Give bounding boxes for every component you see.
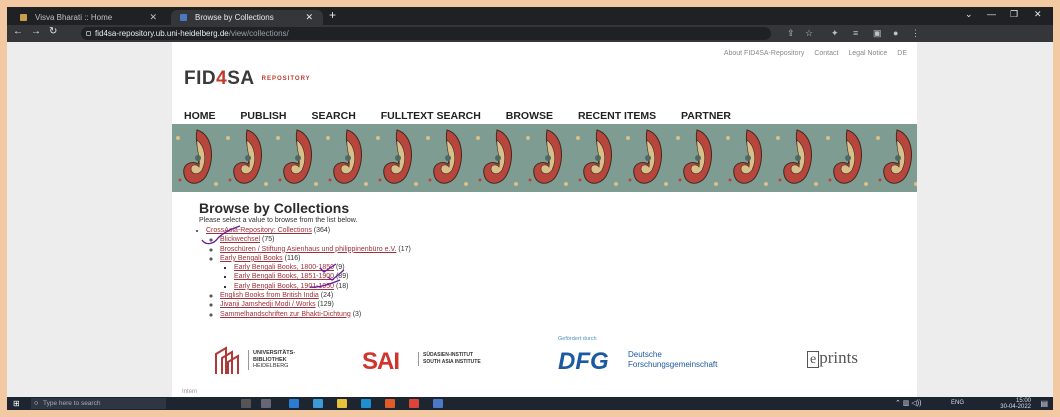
ub-line1: UNIVERSITÄTS- [253,350,296,356]
eprints-e: e [807,351,820,368]
restore-icon[interactable]: ❐ [1010,9,1018,20]
profile-icon[interactable]: ● [893,28,898,38]
close-tab-icon[interactable]: ✕ [149,10,157,25]
dfg-logo[interactable]: Gefördert durch DFG Deutsche Forschungsg… [558,336,717,375]
extensions-icon[interactable]: ✦ [831,28,839,39]
intern-link[interactable]: Intern [182,389,197,395]
funded-by-label: Gefördert durch [558,336,597,342]
sai-logo-text: SAI [362,348,400,375]
language-indicator[interactable]: ENG [951,400,964,406]
url-path: /view/collections/ [228,29,289,38]
notifications-icon[interactable]: ▤ [1040,399,1048,408]
ub-line3: HEIDELBERG [253,363,289,369]
tray-icons[interactable]: ⌃ ▥ ◁)) [895,399,921,407]
browser-toolbar: ← → ↻ fid4sa-repository.ub.uni-heidelber… [7,25,1053,42]
dfg-logo-text: DFG [558,348,609,375]
menu-icon[interactable]: ⋮ [911,28,920,39]
ub-emblem-icon [215,346,239,374]
sai-line1: SÜDASIEN-INSTITUT [423,352,473,358]
search-icon: ○ [34,400,39,407]
browser-tab-strip: Visva Bharati :: Home ✕ Browse by Collec… [7,7,1053,25]
minimize-icon[interactable]: — [987,9,996,19]
lock-icon [86,31,91,36]
taskbar-search-input[interactable]: ○ Type here to search [31,398,166,409]
bookmark-star-icon[interactable]: ☆ [805,28,813,39]
reading-list-icon[interactable]: ≡ [853,28,858,38]
footer-logos: UNIVERSITÄTS- BIBLIOTHEK HEIDELBERG SAI … [172,334,917,397]
new-tab-icon[interactable]: + [329,8,336,22]
eprints-rest: prints [819,348,858,367]
screen: Visva Bharati :: Home ✕ Browse by Collec… [7,7,1053,410]
share-icon[interactable]: ⇪ [787,28,795,39]
tab-visva-bharati[interactable]: Visva Bharati :: Home ✕ [11,10,167,25]
back-icon[interactable]: ← [13,26,23,37]
tab-title: Browse by Collections [195,13,274,22]
web-page: About FID4SA-Repository Contact Legal No… [172,42,917,397]
dfg-line1: Deutsche [628,350,662,359]
dfg-line2: Forschungsgemeinschaft [628,360,718,369]
annotation-check [327,269,345,281]
task-view-icon[interactable] [261,399,271,408]
close-window-icon[interactable]: ✕ [1034,9,1042,20]
clock-date: 30-04-2022 [1000,404,1031,410]
handwritten-annotations [201,225,345,288]
eprints-logo[interactable]: e prints [807,348,858,368]
url-host: fid4sa-repository.ub.uni-heidelberg.de [95,29,229,38]
sai-logo[interactable]: SAI SÜDASIEN-INSTITUT SOUTH ASIA INSTITU… [362,348,481,376]
annotation-mark [309,279,341,288]
tab-favicon-icon [20,14,27,21]
windows-taskbar: ⊞ ○ Type here to search ⌃ ▥ ◁)) ENG 15:0… [7,397,1053,410]
tab-title: Visva Bharati :: Home [35,13,113,22]
taskbar-search-placeholder: Type here to search [43,400,101,407]
annotation-check [319,263,337,273]
tab-favicon-icon [180,14,187,21]
close-tab-icon[interactable]: ✕ [305,10,313,25]
mic-icon[interactable] [241,399,251,408]
clock[interactable]: 15:00 30-04-2022 [1000,398,1031,410]
store-icon[interactable] [337,399,347,408]
chevron-down-icon[interactable]: ⌄ [965,9,973,20]
windows-start-icon[interactable]: ⊞ [13,399,20,408]
sai-line2: SOUTH ASIA INSTITUTE [423,359,481,365]
side-panel-icon[interactable]: ▣ [873,28,882,39]
edge-icon[interactable] [289,399,299,408]
reload-icon[interactable]: ↻ [49,26,57,37]
annotation-mark [201,225,241,245]
tab-browse-collections[interactable]: Browse by Collections ✕ [171,10,323,25]
forward-icon[interactable]: → [31,26,41,37]
photos-icon[interactable] [433,399,443,408]
file-explorer-icon[interactable] [313,399,323,408]
app-icon[interactable] [385,399,395,408]
mail-icon[interactable] [361,399,371,408]
chrome-icon[interactable] [409,399,419,408]
address-bar[interactable]: fid4sa-repository.ub.uni-heidelberg.de/v… [81,27,771,40]
